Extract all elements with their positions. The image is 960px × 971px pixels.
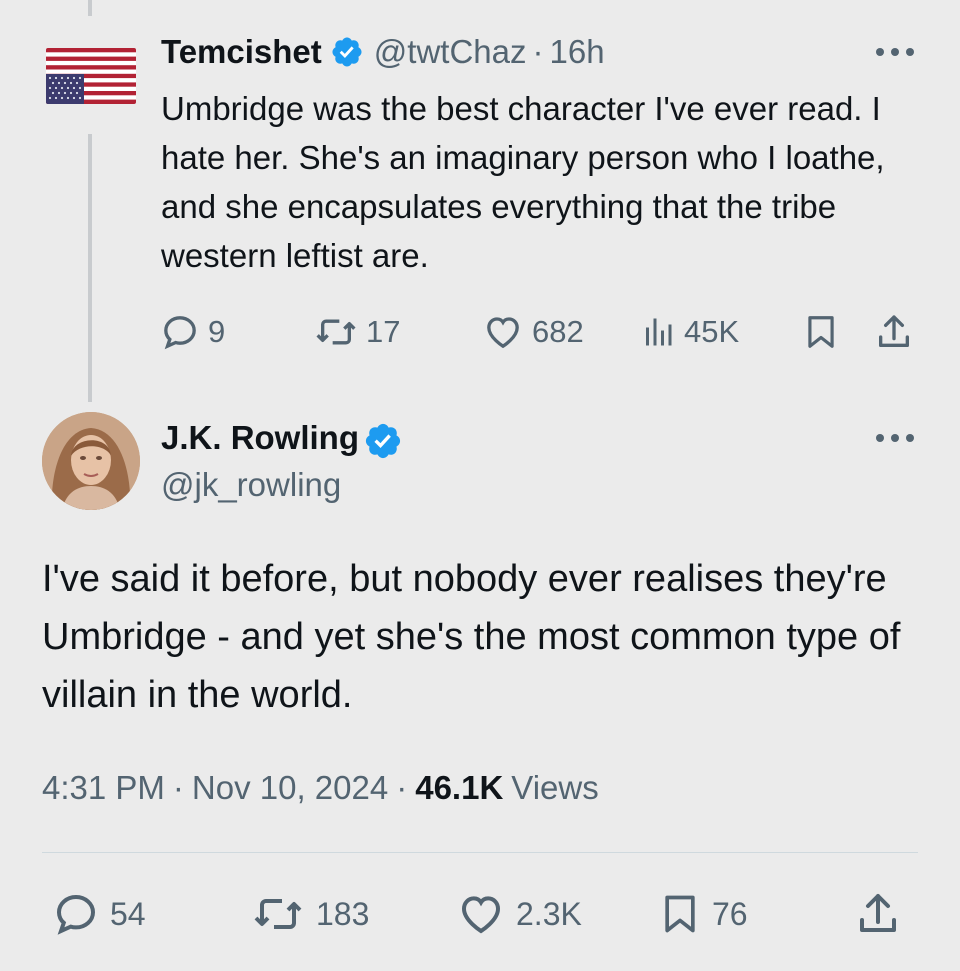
like-count: 682 — [532, 314, 584, 349]
like-count: 2.3K — [516, 895, 582, 932]
bookmark-count: 76 — [712, 895, 748, 932]
tweet-time[interactable]: 4:31 PM — [42, 769, 165, 807]
us-flag-icon — [46, 48, 136, 104]
views-count: 45K — [684, 314, 740, 349]
author-handle[interactable]: @jk_rowling — [161, 466, 341, 504]
avatar[interactable] — [42, 412, 140, 510]
tweet-actions: 54 183 2.3K 76 — [42, 888, 920, 940]
tweet-thread: Temcishet @twtChaz · 16h Umbridge was th… — [0, 0, 960, 971]
bookmark-button[interactable] — [802, 310, 840, 354]
repost-button[interactable]: 17 — [314, 310, 400, 354]
views-count[interactable]: 46.1K — [415, 769, 503, 807]
divider — [42, 852, 918, 853]
quoted-tweet-text: Umbridge was the best character I've eve… — [161, 90, 885, 274]
repost-count: 17 — [366, 314, 401, 349]
us-flag-avatar[interactable] — [46, 48, 136, 104]
main-tweet-header: J.K. Rowling — [161, 416, 401, 460]
quoted-author-name[interactable]: Temcishet — [161, 33, 322, 71]
share-button[interactable] — [854, 888, 902, 940]
profile-photo-icon — [42, 412, 140, 510]
heart-icon — [461, 896, 501, 934]
share-icon — [879, 315, 909, 347]
repost-icon — [316, 319, 356, 345]
reply-button[interactable]: 54 — [52, 888, 146, 940]
quoted-tweet-actions: 9 17 682 45K — [160, 310, 920, 354]
reply-icon — [164, 316, 196, 350]
bookmark-icon — [665, 895, 695, 933]
reply-button[interactable]: 9 — [160, 310, 225, 354]
reply-count: 9 — [208, 314, 226, 349]
repost-button[interactable]: 183 — [250, 888, 369, 940]
more-options-icon[interactable] — [876, 432, 914, 444]
analytics-icon — [646, 318, 672, 346]
bookmark-icon — [808, 316, 834, 348]
views-button[interactable]: 45K — [640, 310, 739, 354]
heart-icon — [487, 317, 519, 349]
quoted-author-handle[interactable]: @twtChaz — [374, 33, 527, 71]
like-button[interactable]: 682 — [482, 310, 584, 354]
share-button[interactable] — [874, 310, 914, 354]
separator-dot: · — [396, 769, 408, 806]
author-name[interactable]: J.K. Rowling — [161, 419, 359, 457]
share-icon — [860, 894, 896, 932]
thread-connector — [88, 134, 92, 402]
tweet-date[interactable]: Nov 10, 2024 — [192, 769, 388, 807]
thread-connector-top — [88, 0, 92, 16]
verified-badge-icon — [363, 421, 401, 459]
quoted-tweet-time[interactable]: 16h — [550, 33, 605, 71]
more-options-icon[interactable] — [876, 46, 914, 58]
reply-count: 54 — [110, 895, 146, 932]
bookmark-button[interactable]: 76 — [658, 888, 748, 940]
separator-dot: · — [532, 33, 544, 70]
quoted-tweet-header: Temcishet @twtChaz · 16h — [161, 30, 605, 74]
views-label: Views — [511, 769, 599, 806]
reply-icon — [56, 894, 96, 935]
repost-icon — [254, 899, 302, 929]
tweet-meta: 4:31 PM · Nov 10, 2024 · 46.1K Views — [42, 766, 599, 810]
separator-dot: · — [172, 769, 184, 806]
verified-badge-icon — [330, 35, 364, 69]
tweet-text: I've said it before, but nobody ever rea… — [42, 558, 901, 716]
like-button[interactable]: 2.3K — [456, 888, 582, 940]
repost-count: 183 — [316, 895, 370, 932]
